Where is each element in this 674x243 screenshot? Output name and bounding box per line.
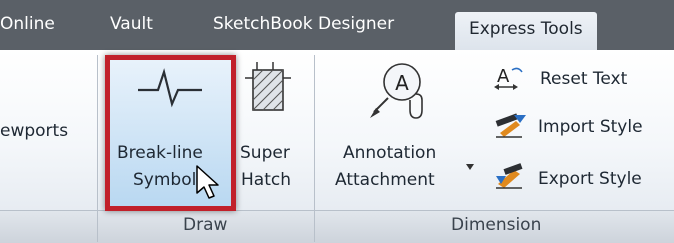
tab-sketchbook-designer[interactable]: SketchBook Designer <box>213 14 394 34</box>
panel-title-bar <box>0 210 674 243</box>
mouse-cursor-icon <box>196 165 219 199</box>
super-hatch-label-line2: Hatch <box>241 170 291 190</box>
super-hatch-label-line1: Super <box>240 143 290 163</box>
panel-separator <box>97 55 98 242</box>
import-style-icon <box>495 113 526 138</box>
export-style-label: Export Style <box>538 169 642 189</box>
tab-online[interactable]: Online <box>0 14 55 34</box>
annotation-label-line1: Annotation <box>343 143 437 163</box>
break-line-icon <box>138 68 202 108</box>
annotation-attachment-icon: A <box>370 63 423 119</box>
tab-vault[interactable]: Vault <box>110 14 153 34</box>
ribbon-tab-bar: Online Vault SketchBook Designer Express… <box>0 0 674 50</box>
super-hatch-icon <box>245 62 291 111</box>
break-line-label-line2: Symbol <box>133 170 197 190</box>
break-line-label-line1: Break-line <box>117 143 203 163</box>
import-style-label: Import Style <box>538 117 643 137</box>
svg-text:A: A <box>497 66 510 87</box>
panel-title-dimension: Dimension <box>451 215 542 235</box>
reset-text-icon: A <box>494 66 523 90</box>
svg-text:A: A <box>395 71 409 95</box>
panel-title-draw: Draw <box>183 215 228 235</box>
export-style-icon <box>496 163 523 189</box>
panel-separator <box>314 55 315 242</box>
tab-express-tools[interactable]: Express Tools <box>455 12 597 50</box>
dropdown-arrow-icon[interactable] <box>466 164 474 170</box>
annotation-label-line2: Attachment <box>335 170 435 190</box>
reset-text-label: Reset Text <box>540 69 628 89</box>
viewports-button-label[interactable]: ewports <box>0 121 68 141</box>
